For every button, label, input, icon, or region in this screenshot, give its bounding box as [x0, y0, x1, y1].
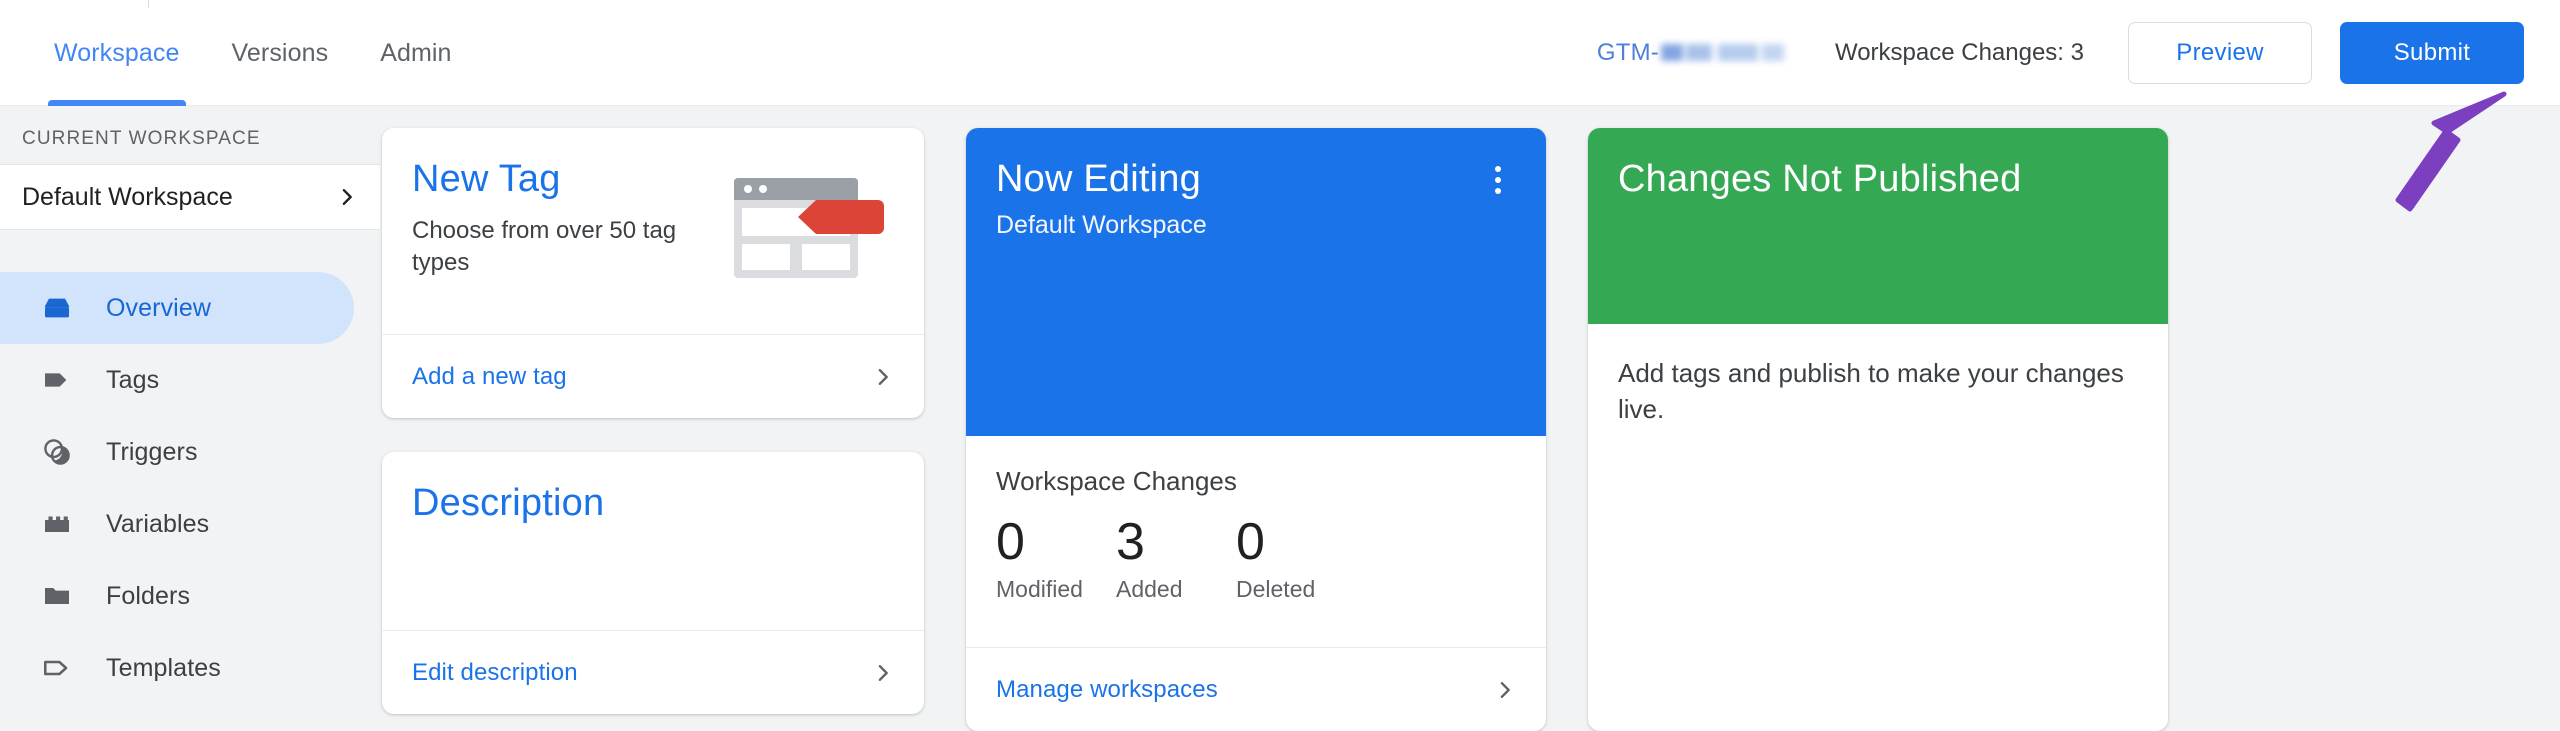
sidebar-item-tags[interactable]: Tags: [0, 344, 354, 416]
stat-label: Modified: [996, 575, 1083, 602]
workspace-selector[interactable]: Default Workspace: [0, 164, 380, 230]
browser-window-with-tag-illustration: [728, 172, 888, 282]
main-content: New Tag Choose from over 50 tag types Ad…: [382, 106, 2560, 731]
sidebar-item-variables[interactable]: Variables: [0, 488, 354, 560]
workspace-changes-stats: 0 Modified 3 Added 0 Deleted: [996, 515, 1516, 603]
triggers-icon: [40, 435, 74, 469]
add-a-new-tag-link: Add a new tag: [412, 362, 567, 390]
edit-description-link: Edit description: [412, 658, 578, 686]
now-editing-subtitle: Default Workspace: [996, 211, 1207, 239]
stat-value: 3: [1116, 513, 1145, 571]
sidebar-item-label: Tags: [106, 365, 160, 394]
container-id-redacted-mask: [1660, 42, 1787, 64]
sidebar-item-overview[interactable]: Overview: [0, 272, 354, 344]
now-editing-title: Now Editing: [996, 158, 1201, 200]
sidebar-section-label: CURRENT WORKSPACE: [22, 128, 261, 149]
folder-icon: [40, 579, 74, 613]
sidebar-nav: Overview Tags Triggers Variables Folders…: [0, 272, 382, 704]
sidebar-item-folders[interactable]: Folders: [0, 560, 354, 632]
sidebar-item-label: Templates: [106, 653, 221, 682]
stat-value: 0: [1236, 513, 1265, 571]
stat-value: 0: [996, 513, 1025, 571]
description-card: Description Edit description: [382, 452, 924, 714]
edit-description-row[interactable]: Edit description: [382, 630, 924, 714]
sidebar-item-label: Variables: [106, 509, 210, 538]
now-editing-card: Now Editing Default Workspace Workspace …: [966, 128, 1546, 731]
column-left: New Tag Choose from over 50 tag types Ad…: [382, 128, 924, 731]
primary-tabs: Workspace Versions Admin: [0, 0, 478, 106]
chevron-right-icon: [872, 662, 894, 684]
new-tag-card: New Tag Choose from over 50 tag types Ad…: [382, 128, 924, 418]
tab-versions[interactable]: Versions: [206, 0, 355, 106]
new-tag-text: New Tag Choose from over 50 tag types: [412, 158, 702, 334]
chevron-right-icon: [872, 366, 894, 388]
workspace-changes-heading: Workspace Changes: [996, 466, 1237, 496]
tab-workspace[interactable]: Workspace: [28, 0, 206, 106]
description-body: Description: [382, 452, 924, 630]
stat-label: Deleted: [1236, 575, 1316, 602]
chevron-right-icon: [1494, 679, 1516, 701]
now-editing-body: Workspace Changes 0 Modified 3 Added 0 D: [966, 436, 1546, 647]
tag-icon: [40, 363, 74, 397]
container-id[interactable]: GTM-: [1597, 39, 1787, 67]
page-body: CURRENT WORKSPACE Default Workspace Over…: [0, 91, 2560, 731]
sidebar-item-label: Overview: [106, 293, 211, 322]
workspace-changes-count: Workspace Changes: 3: [1834, 39, 2084, 66]
changes-not-published-body: Add tags and publish to make your change…: [1588, 324, 2168, 731]
description-title: Description: [412, 482, 605, 524]
changes-not-published-card: Changes Not Published Add tags and publi…: [1588, 128, 2168, 731]
new-tag-title[interactable]: New Tag: [412, 158, 702, 201]
stat-label: Added: [1116, 575, 1183, 602]
changes-not-published-text: Add tags and publish to make your change…: [1618, 358, 2124, 424]
changes-not-published-title: Changes Not Published: [1618, 158, 2022, 200]
column-middle: Now Editing Default Workspace Workspace …: [966, 128, 1546, 731]
sidebar-item-templates[interactable]: Templates: [0, 632, 354, 704]
tab-admin[interactable]: Admin: [354, 0, 477, 106]
container-id-prefix: GTM-: [1596, 39, 1659, 66]
changes-not-published-header: Changes Not Published: [1588, 128, 2168, 324]
template-icon: [40, 651, 74, 685]
manage-workspaces-row[interactable]: Manage workspaces: [966, 647, 1546, 731]
overview-icon: [40, 291, 74, 325]
sidebar-item-triggers[interactable]: Triggers: [0, 416, 354, 488]
new-tag-subtitle: Choose from over 50 tag types: [412, 217, 677, 276]
new-tag-body: New Tag Choose from over 50 tag types: [382, 128, 924, 334]
manage-workspaces-link: Manage workspaces: [996, 675, 1218, 703]
preview-button[interactable]: Preview: [2128, 22, 2312, 84]
add-a-new-tag-row[interactable]: Add a new tag: [382, 334, 924, 418]
sidebar-item-label: Folders: [106, 581, 191, 610]
topbar-actions: GTM- Workspace Changes: 3 Preview Submit: [1597, 0, 2560, 106]
chevron-right-icon: [336, 186, 358, 208]
sidebar-item-label: Triggers: [106, 437, 198, 466]
kebab-menu-icon[interactable]: [1476, 158, 1520, 202]
stat-modified: 0 Modified: [996, 515, 1116, 603]
sidebar: CURRENT WORKSPACE Default Workspace Over…: [0, 106, 382, 731]
workspace-selector-name: Default Workspace: [22, 182, 233, 211]
variables-icon: [40, 507, 74, 541]
stat-deleted: 0 Deleted: [1236, 515, 1356, 603]
top-bar: Workspace Versions Admin GTM- Workspace …: [0, 0, 2560, 106]
column-right: Changes Not Published Add tags and publi…: [1588, 128, 2168, 731]
now-editing-header: Now Editing Default Workspace: [966, 128, 1546, 436]
submit-button[interactable]: Submit: [2340, 22, 2524, 84]
stat-added: 3 Added: [1116, 515, 1236, 603]
